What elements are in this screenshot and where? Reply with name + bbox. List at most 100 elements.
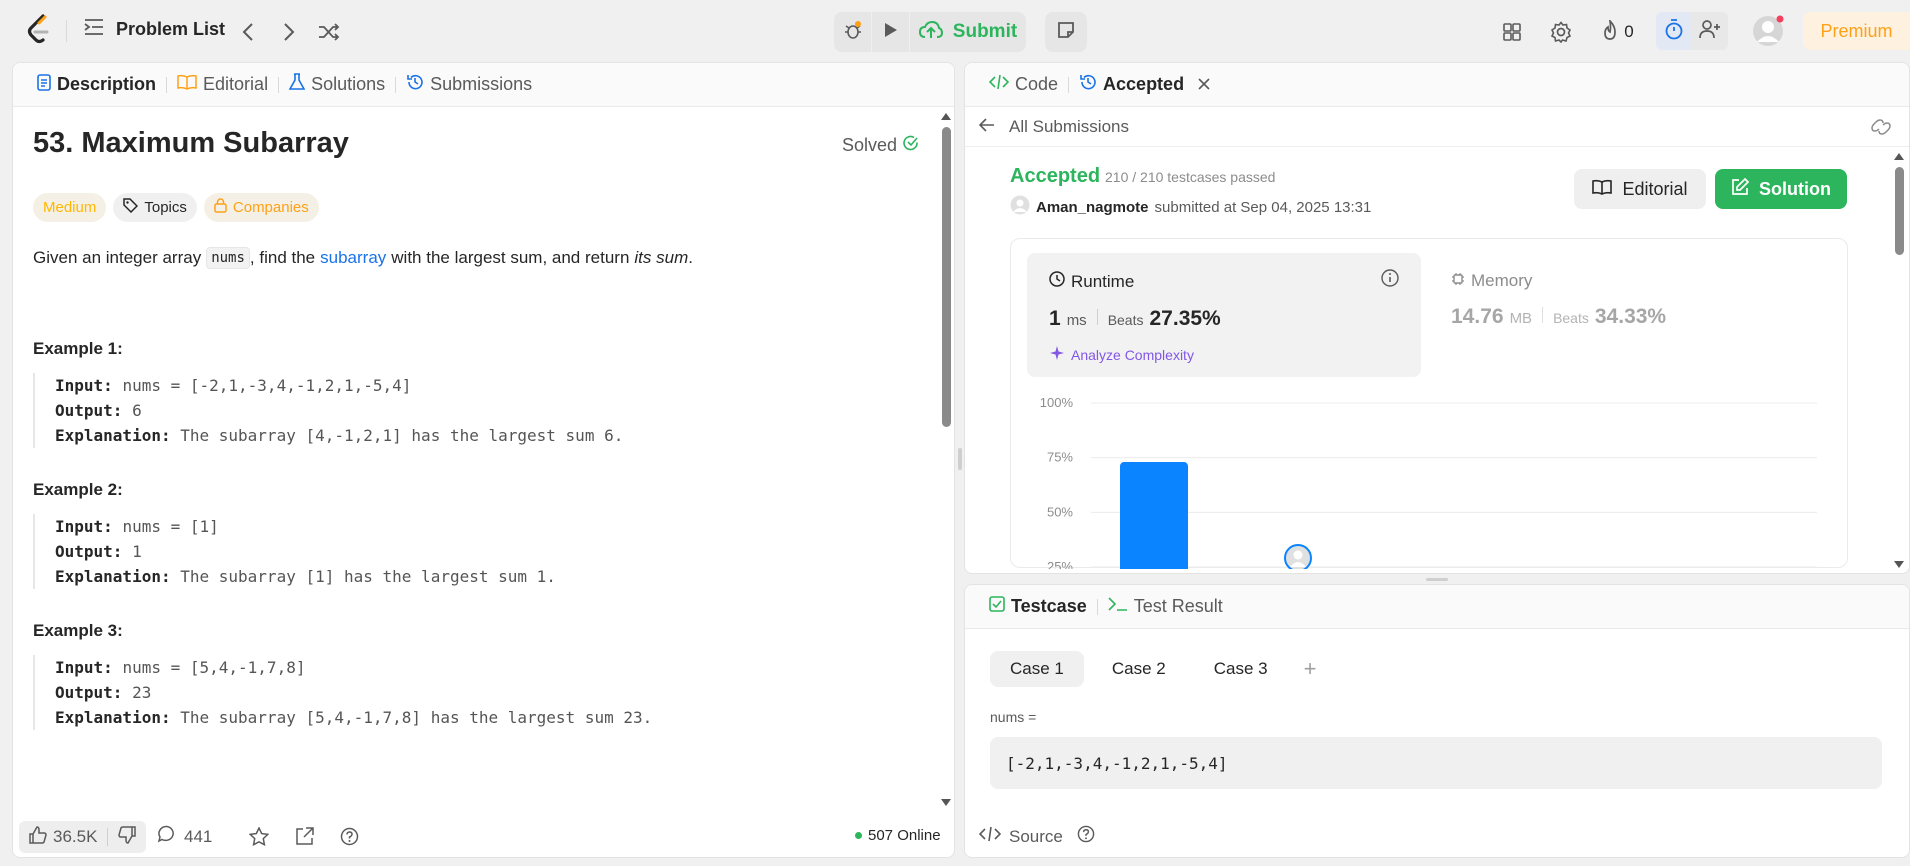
runtime-beats-label: Beats [1107,312,1144,328]
submit-label: Submit [952,21,1018,42]
analyze-label: Analyze Complexity [1071,346,1194,363]
back-arrow-icon[interactable] [978,117,995,137]
analyze-complexity-button[interactable]: Analyze Complexity [1049,345,1194,364]
tab-test-result[interactable]: Test Result [1098,596,1233,617]
debug-button[interactable] [834,12,872,52]
star-icon[interactable] [248,826,270,851]
example-block: Input: nums = [5,4,-1,7,8] Output: 23 Ex… [33,655,913,730]
solution-button[interactable]: Solution [1715,169,1847,209]
memory-header[interactable]: Memory [1451,271,1532,291]
invite-button[interactable] [1692,12,1728,50]
notes-button[interactable] [1045,12,1087,52]
scroll-down-arrow[interactable] [941,799,951,806]
timer-button[interactable] [1656,12,1692,50]
streak-counter[interactable]: 0 [1598,18,1638,45]
comment-icon [157,825,176,848]
add-user-icon [1699,19,1721,44]
problem-list-button[interactable]: Problem List [84,18,225,41]
example-explanation: The subarray [4,-1,2,1] has the largest … [180,426,624,445]
case-tab-1[interactable]: Case 1 [990,651,1084,687]
scroll-up-arrow[interactable] [1894,153,1904,160]
difficulty-badge: Medium [33,193,107,222]
scroll-down-arrow[interactable] [1894,561,1904,568]
submit-button[interactable]: Submit [910,12,1026,52]
tab-editorial[interactable]: Editorial [167,74,278,95]
topics-chip[interactable]: Topics [113,193,197,222]
statement-text: with the largest sum, and return [391,248,630,267]
tab-submissions[interactable]: Submissions [396,73,542,96]
leetcode-logo-icon[interactable] [26,14,52,46]
dislike-button[interactable] [108,821,146,853]
example-heading: Example 2: [33,480,123,499]
clock-icon [1049,271,1065,292]
companies-chip[interactable]: Companies [203,193,319,222]
description-footer: 36.5K 441 507 Online [13,815,954,857]
online-count: 507 Online [868,827,941,844]
source-button[interactable]: Source [978,825,1095,848]
close-tab-icon[interactable] [1198,74,1210,95]
lock-icon [214,198,227,217]
history-icon [406,73,424,96]
tab-description[interactable]: Description [27,73,166,96]
panel-resize-handle[interactable] [1426,578,1448,581]
book-icon [177,74,197,95]
all-submissions-link[interactable]: All Submissions [1009,117,1129,137]
username[interactable]: Aman_nagmote [1036,199,1149,216]
tab-testcase[interactable]: Testcase [979,596,1097,617]
avatar[interactable] [1752,15,1784,47]
distribution-bar[interactable] [1120,462,1188,569]
comments-button[interactable]: 441 [157,825,212,848]
description-tabbar: Description Editorial Solutions Submissi… [13,63,954,107]
thumbs-up-icon [29,825,47,849]
performance-stats: Runtime 1 ms Beats 27.35% Analyze Comple… [1010,238,1848,569]
case-tabs: Case 1 Case 2 Case 3 + [990,651,1324,687]
layout-grid-icon[interactable] [1500,20,1524,44]
settings-gear-icon[interactable] [1549,20,1573,44]
share-icon[interactable] [295,827,314,851]
user-position-marker[interactable] [1284,544,1312,569]
info-icon[interactable] [1381,269,1399,292]
solved-status: Solved [842,135,919,156]
like-button[interactable]: 36.5K [19,821,107,853]
example-output: 23 [132,683,152,702]
help-icon[interactable] [340,827,359,851]
runtime-header: Runtime [1049,271,1134,292]
scrollbar-thumb[interactable] [1895,167,1904,255]
online-indicator: 507 Online [855,827,941,844]
premium-button[interactable]: Premium [1803,12,1910,50]
tab-code[interactable]: Code [979,74,1068,95]
help-icon[interactable] [1077,825,1095,848]
subarray-link[interactable]: subarray [320,248,386,268]
tab-label: Test Result [1133,596,1223,616]
memory-label: Memory [1471,271,1533,290]
checkbox-icon [989,596,1005,617]
add-case-button[interactable]: + [1296,651,1325,687]
param-input[interactable]: [-2,1,-3,4,-1,2,1,-5,4] [990,737,1882,789]
link-icon[interactable] [1871,119,1891,140]
statement-text: Given an integer array [33,248,202,267]
case-tab-3[interactable]: Case 3 [1194,651,1288,687]
scroll-up-arrow[interactable] [941,113,951,120]
tab-label: Accepted [1103,74,1185,94]
case-tab-2[interactable]: Case 2 [1092,651,1186,687]
testcase-tabbar: Testcase Test Result [965,585,1909,629]
run-button[interactable] [872,12,910,52]
example-output: 6 [132,401,142,420]
check-circle-icon [903,135,919,156]
runtime-card[interactable]: Runtime 1 ms Beats 27.35% Analyze Comple… [1027,253,1421,377]
terminal-icon [1108,596,1128,617]
problem-title[interactable]: 53. Maximum Subarray [33,127,933,160]
next-problem-icon[interactable] [277,20,301,44]
scrollbar-thumb[interactable] [942,127,951,427]
explanation-label: Explanation: [55,426,171,445]
edit-icon [1731,177,1750,201]
panel-resize-handle[interactable] [958,448,962,470]
shuffle-icon[interactable] [316,19,342,45]
editorial-button[interactable]: Editorial [1574,169,1706,209]
example-block: Input: nums = [-2,1,-3,4,-1,2,1,-5,4] Ou… [33,373,913,448]
tab-accepted[interactable]: Accepted [1069,73,1220,96]
runtime-beats-value: 27.35% [1149,307,1221,330]
tab-solutions[interactable]: Solutions [279,73,395,96]
example-block: Input: nums = [1] Output: 1 Explanation:… [33,514,913,589]
prev-problem-icon[interactable] [236,20,260,44]
